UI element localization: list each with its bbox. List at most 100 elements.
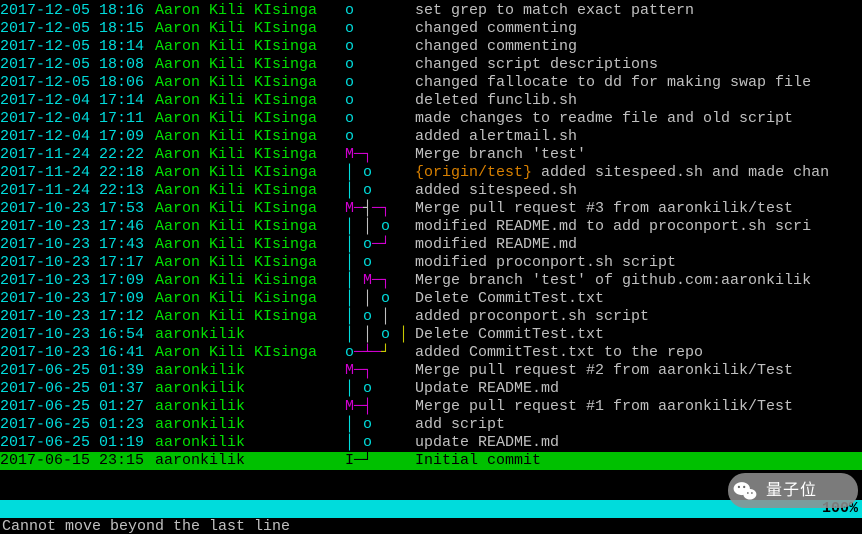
commit-graph: M─┐	[345, 362, 415, 380]
commit-row[interactable]: 2017-10-23 17:46 Aaron Kili KIsinga │ │ …	[0, 218, 862, 236]
commit-author: Aaron Kili KIsinga	[155, 308, 345, 326]
commit-author: aaronkilik	[155, 452, 345, 470]
commit-date: 2017-11-24 22:18	[0, 164, 155, 182]
commit-row[interactable]: 2017-10-23 16:54 aaronkilik │ │ o │ Dele…	[0, 326, 862, 344]
commit-graph: o	[345, 128, 415, 146]
commit-author: Aaron Kili KIsinga	[155, 110, 345, 128]
commit-message: made changes to readme file and old scri…	[415, 110, 862, 128]
commit-graph: o	[345, 20, 415, 38]
commit-date: 2017-06-15 23:15	[0, 452, 155, 470]
commit-author: Aaron Kili KIsinga	[155, 344, 345, 362]
commit-message: Delete CommitTest.txt	[415, 290, 862, 308]
commit-message: set grep to match exact pattern	[415, 2, 862, 20]
commit-list[interactable]: 2017-12-05 18:16 Aaron Kili KIsinga o se…	[0, 2, 862, 470]
commit-row[interactable]: 2017-12-04 17:14 Aaron Kili KIsinga o de…	[0, 92, 862, 110]
commit-message: Merge branch 'test'	[415, 146, 862, 164]
commit-author: aaronkilik	[155, 380, 345, 398]
commit-row[interactable]: 2017-12-05 18:06 Aaron Kili KIsinga o ch…	[0, 74, 862, 92]
commit-graph: │ │ o	[345, 218, 415, 236]
commit-graph: │ o	[345, 434, 415, 452]
commit-author: Aaron Kili KIsinga	[155, 164, 345, 182]
commit-row[interactable]: 2017-10-23 16:41 Aaron Kili KIsinga o─┴─…	[0, 344, 862, 362]
commit-author: Aaron Kili KIsinga	[155, 56, 345, 74]
commit-author: Aaron Kili KIsinga	[155, 236, 345, 254]
commit-graph: │ o	[345, 380, 415, 398]
commit-graph: o	[345, 38, 415, 56]
commit-author: aaronkilik	[155, 326, 345, 344]
commit-row[interactable]: 2017-10-23 17:12 Aaron Kili KIsinga │ o …	[0, 308, 862, 326]
commit-graph: │ M─┐	[345, 272, 415, 290]
commit-author: Aaron Kili KIsinga	[155, 2, 345, 20]
commit-graph: o	[345, 2, 415, 20]
commit-date: 2017-12-04 17:14	[0, 92, 155, 110]
commit-message: added sitespeed.sh	[415, 182, 862, 200]
commit-row[interactable]: 2017-06-25 01:19 aaronkilik │ o update R…	[0, 434, 862, 452]
commit-row[interactable]: 2017-12-04 17:11 Aaron Kili KIsinga o ma…	[0, 110, 862, 128]
git-log-terminal[interactable]: 2017-12-05 18:16 Aaron Kili KIsinga o se…	[0, 0, 862, 534]
commit-message: changed commenting	[415, 20, 862, 38]
commit-graph: M─┤	[345, 398, 415, 416]
commit-row[interactable]: 2017-12-05 18:08 Aaron Kili KIsinga o ch…	[0, 56, 862, 74]
commit-date: 2017-06-25 01:37	[0, 380, 155, 398]
commit-row[interactable]: 2017-10-23 17:09 Aaron Kili Kisinga │ │ …	[0, 290, 862, 308]
commit-date: 2017-06-25 01:19	[0, 434, 155, 452]
commit-row[interactable]: 2017-12-05 18:16 Aaron Kili KIsinga o se…	[0, 2, 862, 20]
commit-row[interactable]: 2017-10-23 17:09 Aaron Kili Kisinga │ M─…	[0, 272, 862, 290]
commit-message: added CommitTest.txt to the repo	[415, 344, 862, 362]
commit-author: Aaron Kili KIsinga	[155, 20, 345, 38]
commit-date: 2017-10-23 16:41	[0, 344, 155, 362]
commit-date: 2017-12-05 18:15	[0, 20, 155, 38]
commit-author: aaronkilik	[155, 398, 345, 416]
commit-date: 2017-12-05 18:08	[0, 56, 155, 74]
commit-message: Merge pull request #1 from aaronkilik/Te…	[415, 398, 862, 416]
commit-row[interactable]: 2017-11-24 22:18 Aaron Kili KIsinga │ o …	[0, 164, 862, 182]
commit-date: 2017-10-23 17:12	[0, 308, 155, 326]
commit-author: Aaron Kili KIsinga	[155, 218, 345, 236]
commit-graph: │ o	[345, 254, 415, 272]
commit-message: Initial commit	[415, 452, 862, 470]
commit-author: Aaron Kili KIsinga	[155, 146, 345, 164]
commit-row[interactable]: 2017-10-23 17:53 Aaron Kili KIsinga M─┤─…	[0, 200, 862, 218]
commit-row[interactable]: 2017-06-25 01:23 aaronkilik │ o add scri…	[0, 416, 862, 434]
commit-message: add script	[415, 416, 862, 434]
commit-row[interactable]: 2017-11-24 22:22 Aaron Kili KIsinga M─┐ …	[0, 146, 862, 164]
commit-row[interactable]: 2017-06-15 23:15 aaronkilik I─┘ Initial …	[0, 452, 862, 470]
commit-graph: │ o	[345, 164, 415, 182]
commit-message: Merge pull request #2 from aaronkilik/Te…	[415, 362, 862, 380]
status-bar-message: Cannot move beyond the last line	[0, 518, 862, 534]
commit-graph: │ │ o	[345, 290, 415, 308]
commit-row[interactable]: 2017-12-04 17:09 Aaron Kili KIsinga o ad…	[0, 128, 862, 146]
overlay-badge[interactable]: 量子位	[728, 473, 858, 508]
commit-row[interactable]: 2017-06-25 01:37 aaronkilik │ o Update R…	[0, 380, 862, 398]
commit-graph: o	[345, 92, 415, 110]
commit-ref: {origin/test}	[415, 164, 541, 181]
commit-row[interactable]: 2017-12-05 18:14 Aaron Kili KIsinga o ch…	[0, 38, 862, 56]
commit-date: 2017-10-23 17:09	[0, 272, 155, 290]
commit-date: 2017-10-23 17:09	[0, 290, 155, 308]
commit-message: update README.md	[415, 434, 862, 452]
commit-date: 2017-06-25 01:39	[0, 362, 155, 380]
commit-row[interactable]: 2017-12-05 18:15 Aaron Kili KIsinga o ch…	[0, 20, 862, 38]
commit-row[interactable]: 2017-10-23 17:17 Aaron Kili KIsinga │ o …	[0, 254, 862, 272]
commit-message: Update README.md	[415, 380, 862, 398]
commit-message: Merge pull request #3 from aaronkilik/te…	[415, 200, 862, 218]
commit-row[interactable]: 2017-06-25 01:39 aaronkilik M─┐ Merge pu…	[0, 362, 862, 380]
commit-graph: │ │ o │	[345, 326, 415, 344]
commit-graph: │ o	[345, 182, 415, 200]
commit-date: 2017-11-24 22:13	[0, 182, 155, 200]
commit-date: 2017-10-23 17:43	[0, 236, 155, 254]
commit-author: aaronkilik	[155, 362, 345, 380]
commit-graph: │ o │	[345, 308, 415, 326]
commit-row[interactable]: 2017-06-25 01:27 aaronkilik M─┤ Merge pu…	[0, 398, 862, 416]
commit-graph: │ o	[345, 416, 415, 434]
commit-message: added alertmail.sh	[415, 128, 862, 146]
commit-author: Aaron Kili KIsinga	[155, 74, 345, 92]
commit-date: 2017-06-25 01:27	[0, 398, 155, 416]
commit-graph: o	[345, 110, 415, 128]
commit-row[interactable]: 2017-11-24 22:13 Aaron Kili KIsinga │ o …	[0, 182, 862, 200]
commit-graph: o	[345, 74, 415, 92]
commit-row[interactable]: 2017-10-23 17:43 Aaron Kili KIsinga │ o─…	[0, 236, 862, 254]
commit-message: changed script descriptions	[415, 56, 862, 74]
commit-date: 2017-12-05 18:06	[0, 74, 155, 92]
commit-author: Aaron Kili Kisinga	[155, 272, 345, 290]
